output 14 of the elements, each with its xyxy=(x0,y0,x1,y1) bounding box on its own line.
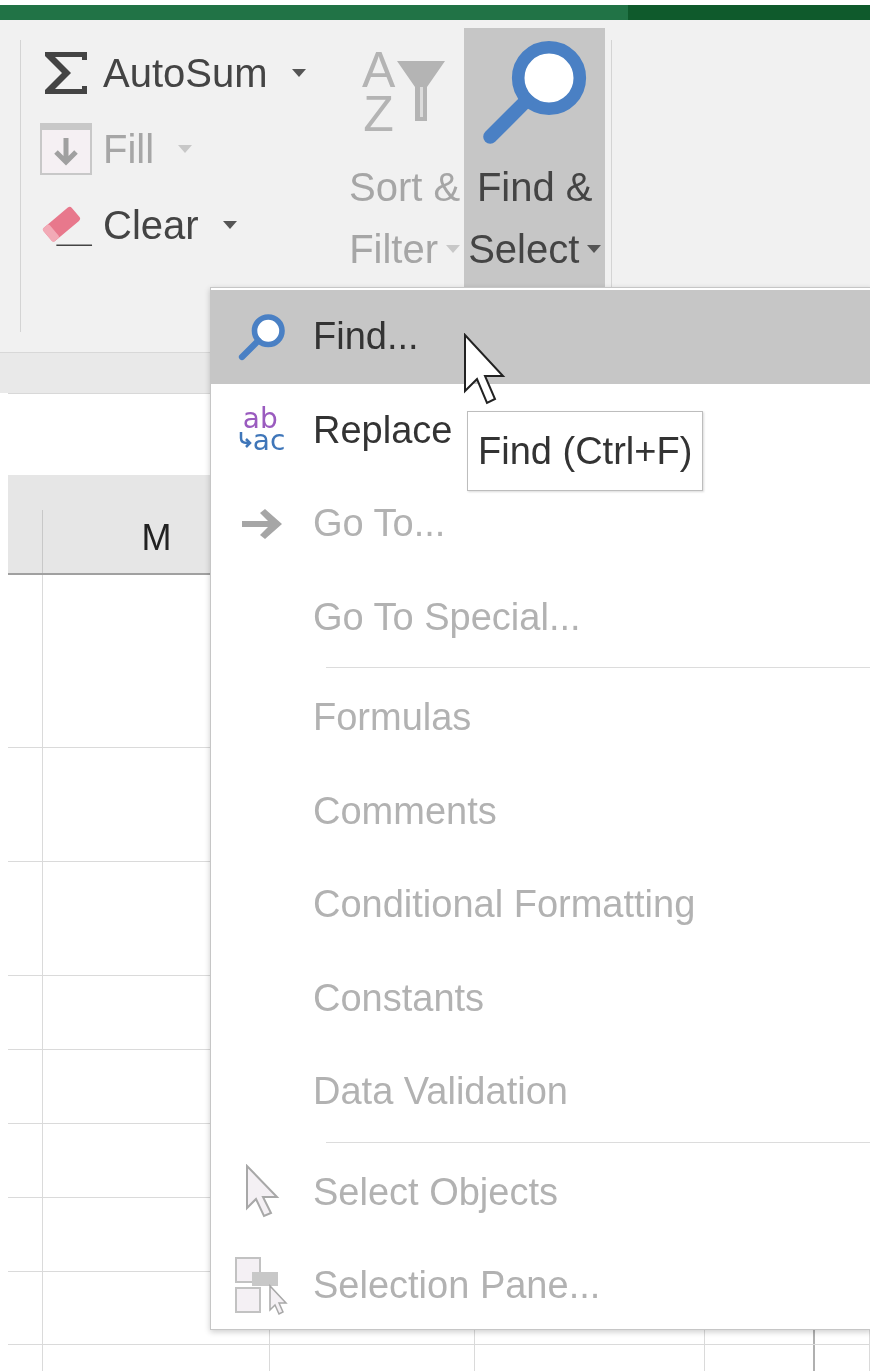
menu-item[interactable]: Find... xyxy=(211,290,419,384)
fill-down-icon xyxy=(39,122,93,176)
arrow-icon xyxy=(240,507,284,540)
selection-pane-icon xyxy=(234,1255,290,1316)
dropdown-caret-icon xyxy=(222,221,237,229)
ribbon-button[interactable]: Clear xyxy=(39,194,237,256)
dropdown-caret-icon xyxy=(587,245,602,253)
dropdown-caret-icon xyxy=(178,145,193,153)
dropdown-caret-icon xyxy=(291,69,306,77)
ribbon-large-button[interactable]: Find & Select xyxy=(464,28,606,287)
ribbon-button[interactable]: AutoSum xyxy=(39,42,306,104)
dropdown-caret-icon xyxy=(446,245,460,253)
tooltip: Find (Ctrl+F) xyxy=(467,411,704,491)
search-icon xyxy=(237,311,287,362)
